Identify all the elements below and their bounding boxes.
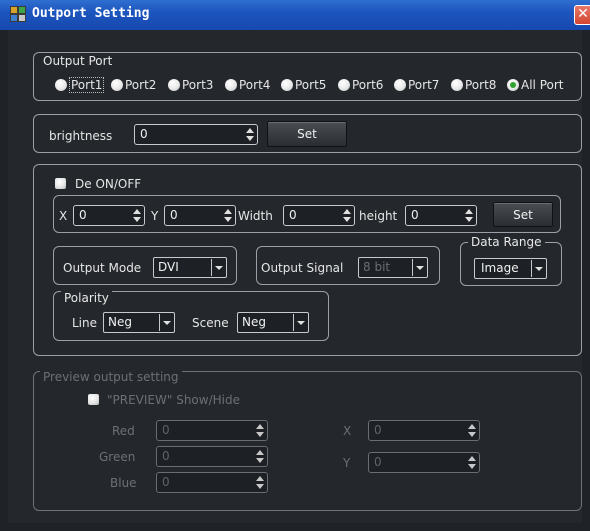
line-value: Neg (108, 315, 132, 329)
blue-value: 0 (162, 475, 170, 489)
scene-label: Scene (192, 316, 229, 330)
spin-arrows-icon[interactable] (133, 207, 141, 224)
height-spinbox[interactable]: 0 (405, 205, 477, 226)
output-signal-label: Output Signal (261, 261, 344, 275)
polarity-legend: Polarity (61, 291, 112, 305)
port-radio-1[interactable] (55, 79, 67, 91)
brightness-spinbox[interactable]: 0 (134, 124, 258, 145)
chevron-down-icon[interactable] (412, 259, 426, 276)
window-bottom-edge (0, 523, 590, 531)
y-value: 0 (170, 208, 178, 222)
de-onoff-checkbox[interactable] (55, 178, 66, 189)
port-radio-3[interactable] (168, 79, 180, 91)
port-radio-9[interactable] (507, 79, 519, 91)
preview-y-spinbox[interactable]: 0 (368, 452, 480, 473)
port-radio-label: Port8 (465, 78, 497, 92)
port-radio-8[interactable] (451, 79, 463, 91)
height-label: height (359, 209, 398, 223)
preview-x-value: 0 (374, 423, 382, 437)
x-label: X (59, 209, 68, 223)
output-signal-value: 8 bit (363, 260, 391, 274)
x-value: 0 (79, 208, 87, 222)
outport-setting-window: Outport Setting ✕ Output Port Port1 Port2… (0, 0, 590, 531)
spin-arrows-icon[interactable] (468, 454, 476, 471)
dialog-body: Output Port Port1 Port2 Port3 Port4 Port5 Por… (8, 30, 582, 523)
chevron-down-icon[interactable] (531, 260, 545, 277)
close-icon: ✕ (577, 6, 589, 22)
output-mode-select[interactable]: DVI (153, 257, 227, 278)
output-mode-label: Output Mode (63, 261, 142, 275)
blue-label: Blue (110, 476, 137, 490)
output-port-legend: Output Port (40, 54, 116, 68)
green-label: Green (99, 450, 136, 464)
green-spinbox[interactable]: 0 (156, 446, 268, 467)
spin-arrows-icon[interactable] (465, 207, 473, 224)
close-button[interactable]: ✕ (574, 5, 590, 25)
port-radio-5[interactable] (281, 79, 293, 91)
preview-show-hide-checkbox[interactable] (88, 394, 99, 405)
port-radio-label: Port1 (69, 77, 105, 93)
red-label: Red (112, 424, 135, 438)
y-spinbox[interactable]: 0 (164, 205, 236, 226)
x-spinbox[interactable]: 0 (73, 205, 145, 226)
output-mode-value: DVI (158, 260, 179, 274)
preview-x-spinbox[interactable]: 0 (368, 420, 480, 441)
port-radio-label: Port2 (125, 78, 157, 92)
port-radio-label: All Port (521, 78, 564, 92)
de-onoff-label: De ON/OFF (75, 177, 142, 191)
y-label: Y (151, 209, 159, 223)
chevron-down-icon[interactable] (211, 259, 225, 276)
blue-spinbox[interactable]: 0 (156, 472, 268, 493)
preview-x-label: X (343, 424, 352, 438)
width-spinbox[interactable]: 0 (283, 205, 355, 226)
port-radio-label: Port6 (352, 78, 384, 92)
brightness-value: 0 (140, 127, 148, 141)
preview-show-hide-label: "PREVIEW" Show/Hide (107, 393, 240, 407)
port-radio-4[interactable] (225, 79, 237, 91)
port-radio-label: Port5 (295, 78, 327, 92)
app-icon (10, 6, 26, 22)
red-value: 0 (162, 423, 170, 437)
spin-arrows-icon[interactable] (224, 207, 232, 224)
line-select[interactable]: Neg (103, 312, 175, 333)
port-radio-2[interactable] (111, 79, 123, 91)
preview-legend: Preview output setting (40, 370, 182, 384)
brightness-label: brightness (49, 129, 113, 143)
spin-arrows-icon[interactable] (343, 207, 351, 224)
green-value: 0 (162, 449, 170, 463)
data-range-value: Image (481, 261, 519, 275)
geometry-set-button[interactable]: Set (493, 202, 553, 227)
title-bar[interactable]: Outport Setting ✕ (0, 0, 590, 30)
scene-select[interactable]: Neg (237, 312, 309, 333)
data-range-select[interactable]: Image (474, 258, 547, 279)
output-signal-select[interactable]: 8 bit (358, 257, 428, 278)
brightness-set-button[interactable]: Set (267, 121, 347, 147)
port-radio-label: Port7 (408, 78, 440, 92)
red-spinbox[interactable]: 0 (156, 420, 268, 441)
spin-arrows-icon[interactable] (468, 422, 476, 439)
port-radio-6[interactable] (338, 79, 350, 91)
port-radio-7[interactable] (394, 79, 406, 91)
line-label: Line (72, 316, 98, 330)
spin-arrows-icon[interactable] (256, 448, 264, 465)
port-radio-label: Port3 (182, 78, 214, 92)
spin-arrows-icon[interactable] (256, 474, 264, 491)
spin-arrows-icon[interactable] (256, 422, 264, 439)
preview-y-value: 0 (374, 455, 382, 469)
chevron-down-icon[interactable] (293, 314, 307, 331)
width-value: 0 (289, 208, 297, 222)
window-title: Outport Setting (32, 6, 150, 21)
scene-value: Neg (242, 315, 266, 329)
preview-y-label: Y (343, 456, 351, 470)
spin-arrows-icon[interactable] (246, 126, 254, 143)
data-range-legend: Data Range (468, 235, 545, 249)
height-value: 0 (411, 208, 419, 222)
chevron-down-icon[interactable] (159, 314, 173, 331)
width-label: Width (238, 209, 273, 223)
port-radio-label: Port4 (239, 78, 271, 92)
